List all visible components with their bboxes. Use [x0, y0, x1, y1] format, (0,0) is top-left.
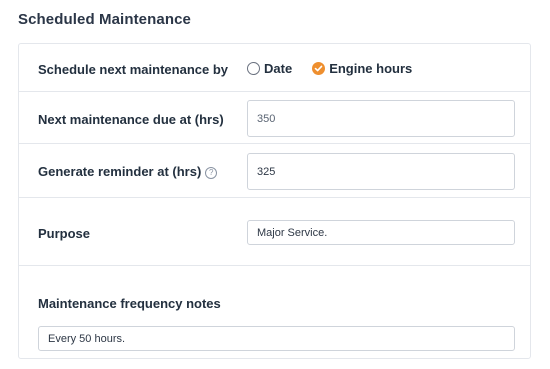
schedule-by-radio-group: Date Engine hours	[247, 61, 432, 76]
purpose-row: Purpose Major Service.	[19, 198, 530, 266]
reminder-row: Generate reminder at (hrs)? 325	[19, 144, 530, 198]
notes-label: Maintenance frequency notes	[38, 296, 221, 311]
radio-engine-hours[interactable]: Engine hours	[312, 61, 412, 76]
next-due-input[interactable]: 350	[247, 100, 515, 137]
reminder-label: Generate reminder at (hrs)	[38, 164, 202, 179]
radio-date-label[interactable]: Date	[264, 61, 292, 76]
help-circle-icon[interactable]: ?	[205, 167, 218, 179]
purpose-label: Purpose	[38, 226, 91, 241]
next-due-label: Next maintenance due at (hrs)	[38, 112, 224, 127]
reminder-label-wrap: Generate reminder at (hrs)?	[38, 164, 218, 179]
section-title: Scheduled Maintenance	[18, 11, 191, 28]
purpose-input[interactable]: Major Service.	[247, 220, 515, 245]
radio-engine-hours-label[interactable]: Engine hours	[329, 61, 412, 76]
radio-engine-hours-checked-icon[interactable]	[312, 62, 326, 75]
radio-date[interactable]: Date	[247, 61, 292, 76]
notes-input[interactable]: Every 50 hours.	[38, 326, 515, 351]
schedule-by-label: Schedule next maintenance by	[38, 62, 229, 77]
next-due-row: Next maintenance due at (hrs) 350	[19, 92, 530, 144]
scheduled-maintenance-card: Schedule next maintenance by Date Engine…	[18, 43, 531, 359]
notes-row: Maintenance frequency notes Every 50 hou…	[19, 266, 530, 360]
reminder-input[interactable]: 325	[247, 153, 515, 190]
schedule-by-row: Schedule next maintenance by Date Engine…	[19, 44, 530, 92]
checkmark-icon	[314, 65, 323, 72]
radio-date-circle-icon[interactable]	[247, 62, 260, 75]
